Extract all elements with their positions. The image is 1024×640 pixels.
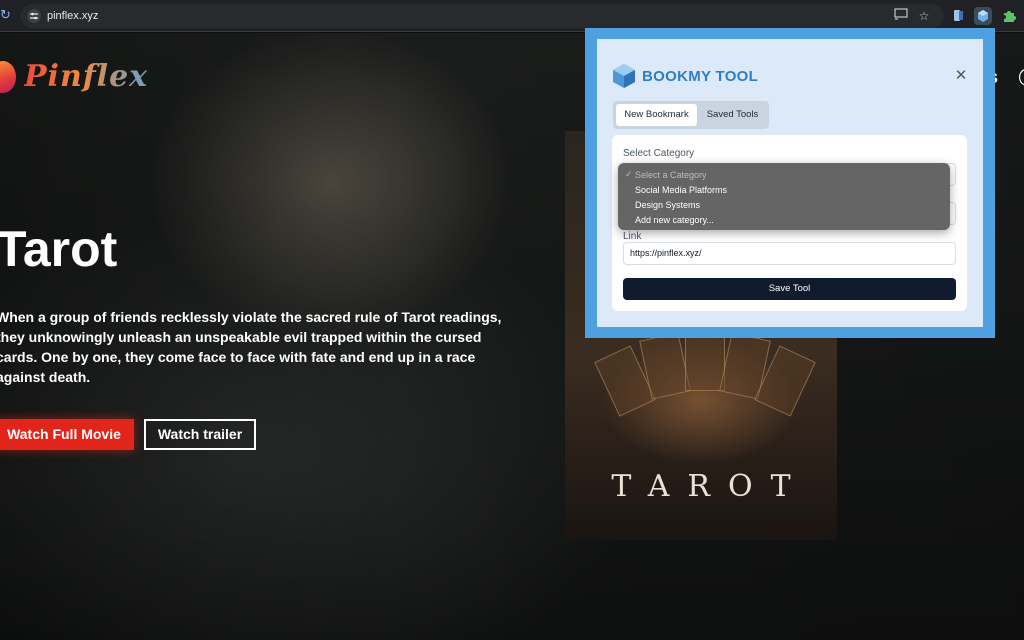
watch-trailer-button[interactable]: Watch trailer — [144, 419, 256, 450]
popup-title: BOOKMY TOOL — [642, 68, 759, 85]
link-label: Link — [623, 231, 642, 242]
reload-icon[interactable]: ↻ — [0, 9, 12, 23]
close-icon[interactable]: ✕ — [953, 67, 969, 83]
category-label: Select Category — [623, 148, 695, 159]
dropdown-option[interactable]: Select a Category — [635, 169, 707, 181]
poster-tarot-card — [685, 331, 725, 391]
tune-icon[interactable] — [27, 9, 41, 23]
puzzle-icon[interactable] — [1000, 7, 1018, 25]
tab-new-bookmark[interactable]: New Bookmark — [616, 104, 697, 126]
link-value: https://pinflex.xyz/ — [630, 248, 702, 258]
cast-icon[interactable] — [893, 8, 909, 24]
link-field[interactable]: https://pinflex.xyz/ — [623, 242, 956, 265]
movie-description: When a group of friends recklessly viola… — [0, 309, 502, 385]
popup-tabs: New Bookmark Saved Tools — [613, 101, 769, 129]
address-bar[interactable]: pinflex.xyz ☆ — [20, 4, 944, 28]
category-dropdown-menu: ✓ Select a Category Social Media Platfor… — [618, 163, 950, 230]
save-tool-button[interactable]: Save Tool — [623, 278, 956, 300]
watch-full-movie-button[interactable]: Watch Full Movie — [0, 419, 134, 450]
poster-title: TAROT — [611, 469, 809, 504]
extension-icon[interactable] — [950, 7, 968, 25]
dropdown-option[interactable]: Social Media Platforms — [635, 184, 727, 196]
bookmy-tool-logo-icon — [613, 64, 635, 88]
logo-text: Pinflex — [24, 57, 148, 97]
bookmy-tool-extension-icon[interactable] — [974, 7, 992, 25]
dropdown-option[interactable]: Add new category... — [635, 214, 714, 226]
tab-saved-tools[interactable]: Saved Tools — [699, 104, 766, 126]
movie-title: Tarot — [0, 221, 118, 277]
star-icon[interactable]: ☆ — [916, 8, 932, 24]
checkmark-icon: ✓ — [625, 170, 633, 180]
search-icon[interactable]: ◯ — [1018, 66, 1024, 87]
dropdown-option[interactable]: Design Systems — [635, 199, 700, 211]
url-text[interactable]: pinflex.xyz — [47, 9, 98, 23]
